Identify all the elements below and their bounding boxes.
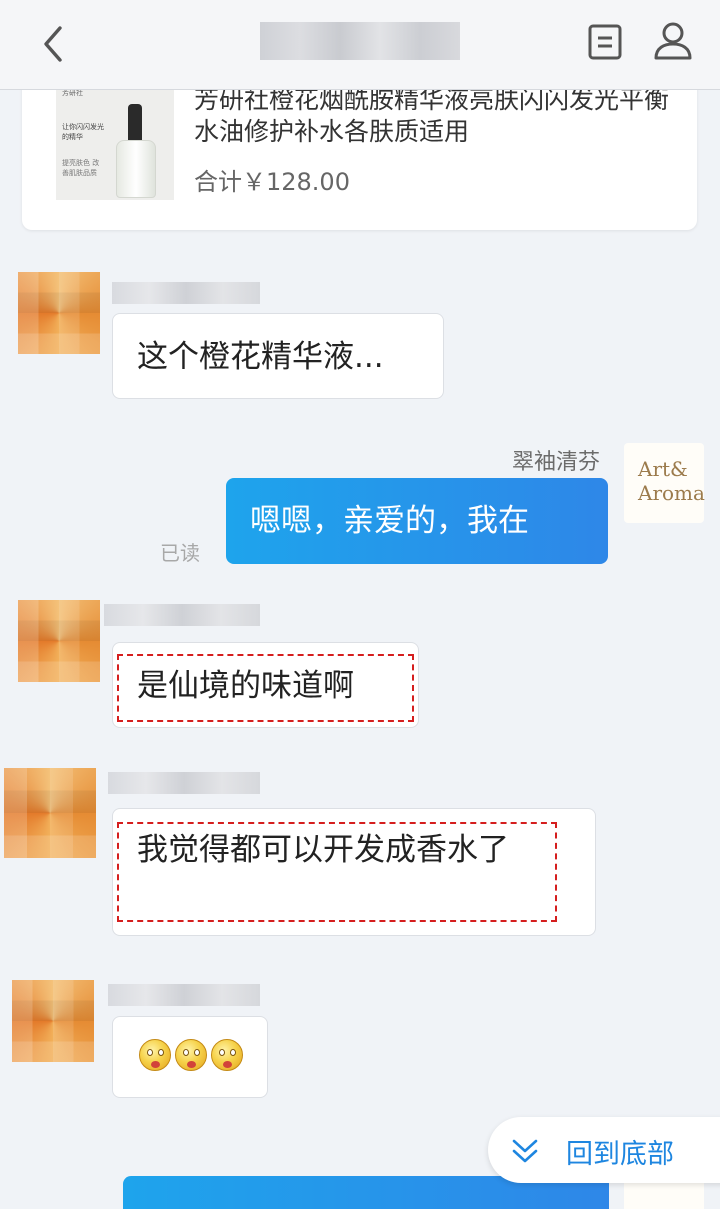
contact-title-blurred [260, 22, 460, 60]
outgoing-message-bubble[interactable]: 嗯嗯，亲爱的，我在 [226, 478, 608, 564]
serum-bottle-body [116, 140, 156, 198]
highlight-box [117, 654, 414, 722]
customer-avatar[interactable] [18, 272, 100, 354]
customer-avatar[interactable] [4, 768, 96, 858]
chevron-left-icon [44, 26, 62, 62]
surprised-face-emoji-icon [139, 1039, 171, 1071]
read-status: 已读 [160, 541, 200, 565]
customer-name-blurred [108, 984, 260, 1006]
chat-header [0, 0, 720, 90]
order-total: 合计￥128.00 [194, 168, 350, 196]
shop-logo: Art& Aroma [638, 457, 705, 505]
product-thumbnail: 芳研社 让你闪闪发光的精华 提亮肤色 改善肌肤品质 [56, 80, 174, 200]
double-chevron-down-icon [512, 1139, 538, 1163]
highlight-box [117, 822, 557, 922]
customer-avatar[interactable] [18, 600, 100, 682]
message-text: 这个橙花精华液... [137, 339, 384, 375]
customer-name-blurred [104, 604, 260, 626]
document-icon [588, 24, 622, 60]
back-to-bottom-button[interactable]: 回到底部 [488, 1117, 720, 1183]
message-text: 嗯嗯，亲爱的，我在 [250, 503, 529, 539]
surprised-face-emoji-icon [175, 1039, 207, 1071]
sender-name: 翠袖清芬 [512, 450, 601, 475]
customer-name-blurred [112, 282, 260, 304]
back-button[interactable] [34, 22, 74, 66]
shop-avatar[interactable]: Art& Aroma [624, 443, 705, 523]
serum-bottle-dropper [128, 104, 142, 142]
customer-name-blurred [108, 772, 260, 794]
thumb-subtext: 提亮肤色 改善肌肤品质 [62, 159, 100, 177]
product-name: 芳研社橙花烟酰胺精华液亮肤闪闪发光平衡水油修护补水各肤质适用 [194, 85, 670, 146]
customer-avatar[interactable] [12, 980, 94, 1062]
surprised-face-emoji-icon [211, 1039, 243, 1071]
back-to-bottom-label: 回到底部 [566, 1139, 674, 1170]
emoji-message-bubble[interactable] [112, 1016, 268, 1098]
profile-button[interactable] [650, 18, 696, 64]
order-document-button[interactable] [585, 20, 625, 64]
user-icon [654, 22, 692, 60]
thumb-slogan: 让你闪闪发光的精华 [62, 123, 104, 141]
message-bubble[interactable]: 这个橙花精华液... [112, 313, 444, 399]
